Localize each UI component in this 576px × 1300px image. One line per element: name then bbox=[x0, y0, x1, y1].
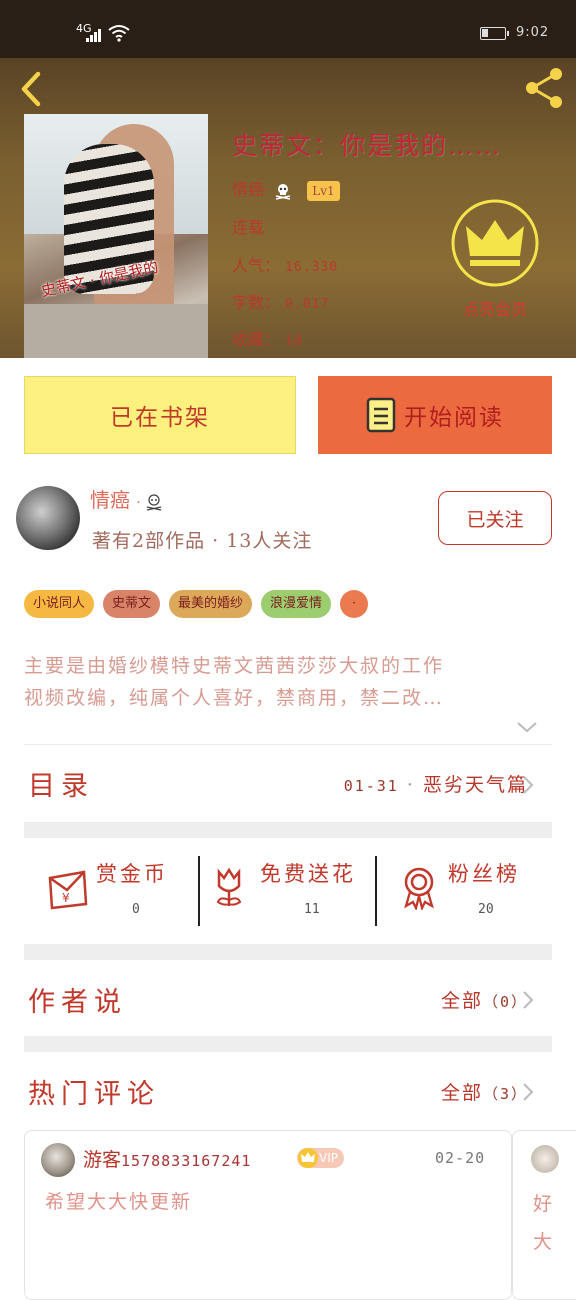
author-line: 情癌· Lv1 bbox=[232, 176, 340, 201]
hot-comments-all-label: 全部 bbox=[440, 1082, 483, 1104]
status-bar: 4G 9:02 bbox=[0, 0, 576, 58]
free-flowers[interactable]: 免费送花 11 bbox=[212, 852, 372, 928]
tag-more[interactable]: · bbox=[340, 590, 369, 618]
author-avatar[interactable] bbox=[16, 486, 80, 550]
commenter-avatar[interactable] bbox=[41, 1143, 75, 1177]
section-gap bbox=[24, 822, 552, 838]
section-gap bbox=[24, 944, 552, 960]
book-header: 4G 9:02 史蒂文 · 你是我的 史蒂文：你是我的…… 情癌· Lv1 连载… bbox=[0, 0, 576, 358]
comment-card[interactable]: 游客1578833167241 VIP 02-20 希望大大快更新 bbox=[24, 1130, 512, 1300]
chevron-down-icon[interactable] bbox=[516, 720, 538, 734]
divider bbox=[24, 744, 552, 745]
comment-text: 好 bbox=[533, 1193, 553, 1215]
signal-icon bbox=[86, 28, 104, 42]
description-line-2: 视频改编，纯属个人喜好，禁商用，禁二改… bbox=[24, 687, 445, 709]
word-count: 字数： 0.017 bbox=[232, 289, 329, 313]
reward-coins-count: 0 bbox=[132, 902, 140, 917]
hot-comments-title: 热门评论 bbox=[28, 1079, 160, 1110]
level-badge: Lv1 bbox=[307, 180, 340, 201]
commenter-nickname: 游客 bbox=[83, 1149, 122, 1171]
separator bbox=[375, 856, 377, 926]
skull-icon bbox=[147, 493, 162, 511]
fan-ranking-count: 20 bbox=[478, 902, 494, 917]
crown-icon bbox=[298, 1148, 318, 1168]
back-arrow-icon[interactable] bbox=[14, 68, 50, 110]
fan-ranking[interactable]: 粉丝榜 20 bbox=[400, 852, 550, 928]
popularity-label: 人气： bbox=[232, 256, 281, 275]
comment-date: 02-20 bbox=[435, 1149, 486, 1167]
word-count-value: 0.017 bbox=[285, 297, 330, 312]
vip-label[interactable]: 点亮会员 bbox=[450, 296, 540, 320]
commenter-name[interactable]: 游客1578833167241 bbox=[83, 1145, 251, 1172]
latest-chapter-title: 恶劣天气篇 bbox=[422, 774, 528, 796]
follow-label: 已关注 bbox=[466, 508, 524, 531]
start-reading-button[interactable]: 开始阅读 bbox=[318, 376, 552, 454]
separator bbox=[198, 856, 200, 926]
commenter-avatar[interactable] bbox=[531, 1145, 559, 1173]
fan-ranking-label: 粉丝榜 bbox=[448, 862, 520, 886]
chevron-right-icon[interactable] bbox=[522, 775, 534, 795]
favorites-label: 收藏： bbox=[232, 330, 281, 349]
comment-text: 大 bbox=[533, 1231, 553, 1253]
author-says-all[interactable]: 全部（0） bbox=[441, 986, 528, 1013]
tag-list: 小说同人 史蒂文 最美的婚纱 浪漫爱情 · bbox=[24, 590, 369, 618]
chevron-right-icon[interactable] bbox=[522, 1082, 534, 1102]
tag-romance[interactable]: 浪漫爱情 bbox=[261, 590, 332, 618]
author-display-name: 情癌 bbox=[90, 488, 130, 512]
red-envelope-icon: ¥ bbox=[48, 870, 88, 910]
tag-fanfic[interactable]: 小说同人 bbox=[24, 590, 95, 618]
free-flowers-label: 免费送花 bbox=[260, 862, 356, 886]
follow-button[interactable]: 已关注 bbox=[438, 491, 552, 545]
book-cover[interactable]: 史蒂文 · 你是我的 bbox=[24, 114, 208, 358]
author-says-all-label: 全部 bbox=[440, 990, 483, 1012]
start-reading-label: 开始阅读 bbox=[404, 405, 504, 431]
catalog-latest[interactable]: 01-31 · 恶劣天气篇 bbox=[344, 770, 528, 797]
battery-icon bbox=[480, 27, 509, 40]
svg-text:¥: ¥ bbox=[62, 891, 70, 905]
author-stats: 著有2部作品 · 13人关注 bbox=[92, 530, 313, 552]
hot-comments-all[interactable]: 全部（3） bbox=[441, 1078, 528, 1105]
favorites: 收藏： 18 bbox=[232, 326, 303, 350]
section-gap bbox=[24, 1036, 552, 1052]
on-shelf-button[interactable]: 已在书架 bbox=[24, 376, 296, 454]
comment-text: 希望大大快更新 bbox=[45, 1191, 193, 1213]
reward-coins-label: 赏金币 bbox=[96, 862, 168, 886]
on-shelf-label: 已在书架 bbox=[110, 405, 210, 431]
book-icon bbox=[366, 397, 396, 433]
serial-status: 连载 bbox=[232, 218, 265, 237]
reward-coins[interactable]: ¥ 赏金币 0 bbox=[44, 852, 194, 928]
popularity-value: 16.330 bbox=[285, 260, 339, 275]
comment-card[interactable]: 好 大 bbox=[512, 1130, 576, 1300]
share-icon[interactable] bbox=[522, 64, 568, 110]
vip-badge: VIP bbox=[297, 1148, 344, 1168]
favorites-value: 18 bbox=[285, 334, 303, 349]
tag-steven[interactable]: 史蒂文 bbox=[103, 590, 161, 618]
wifi-icon bbox=[108, 25, 130, 42]
chevron-right-icon[interactable] bbox=[522, 990, 534, 1010]
book-description[interactable]: 主要是由婚纱模特史蒂文茜茜莎莎大叔的工作 视频改编，纯属个人喜好，禁商用，禁二改… bbox=[24, 650, 552, 714]
description-line-1: 主要是由婚纱模特史蒂文茜茜莎莎大叔的工作 bbox=[24, 655, 445, 677]
catalog-title[interactable]: 目录 bbox=[28, 764, 94, 803]
clock: 9:02 bbox=[516, 25, 550, 40]
skull-icon bbox=[276, 183, 291, 200]
medal-icon bbox=[404, 867, 434, 910]
flower-icon bbox=[216, 867, 242, 906]
vip-badge-label: VIP bbox=[319, 1151, 338, 1165]
author-name: 情癌 bbox=[232, 180, 265, 199]
popularity: 人气： 16.330 bbox=[232, 252, 338, 276]
latest-chapter-date: 01-31 bbox=[343, 777, 399, 795]
tag-wedding-dress[interactable]: 最美的婚纱 bbox=[169, 590, 253, 618]
free-flowers-count: 11 bbox=[304, 902, 320, 917]
book-title: 史蒂文：你是我的…… bbox=[232, 131, 503, 160]
author-says-title: 作者说 bbox=[28, 987, 127, 1018]
author-name-line[interactable]: 情癌 · bbox=[90, 484, 163, 513]
commenter-id: 1578833167241 bbox=[121, 1152, 252, 1170]
crown-icon[interactable] bbox=[450, 198, 540, 288]
word-count-label: 字数： bbox=[232, 293, 281, 312]
